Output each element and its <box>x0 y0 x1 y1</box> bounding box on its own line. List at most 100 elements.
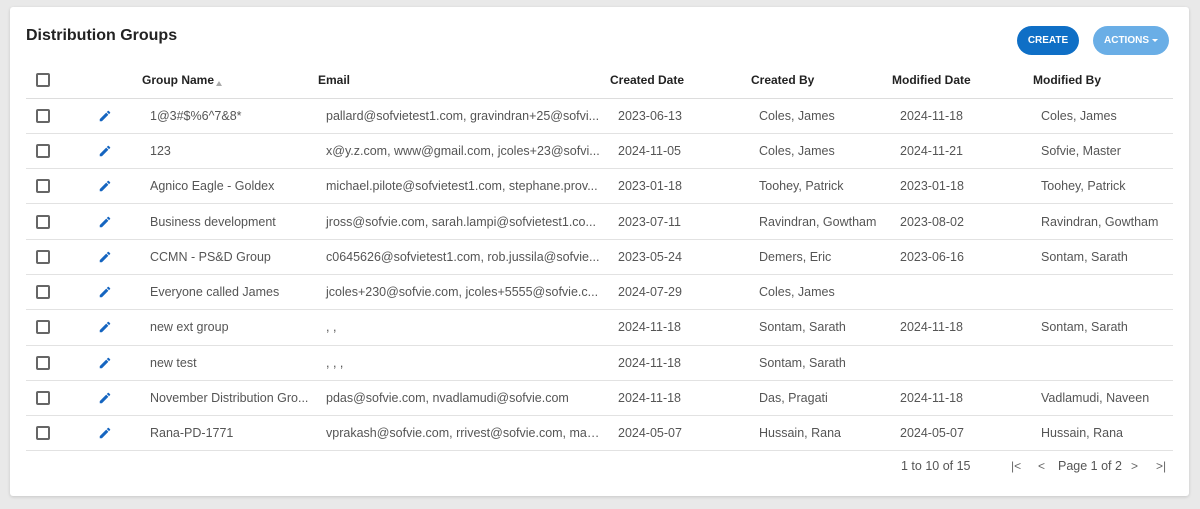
column-header-modified-by[interactable]: Modified By <box>1033 63 1173 99</box>
table-row[interactable]: 1@3#$%6^7&8* pallard@sofvietest1.com, gra… <box>26 98 1173 134</box>
create-button-label: CREATE <box>1027 35 1069 46</box>
row-select-cell <box>26 345 80 381</box>
modified-by-cell: Vadlamudi, Naveen <box>1033 380 1173 417</box>
modified-date-cell: 2024-05-07 <box>892 415 1033 452</box>
edit-cell <box>80 133 142 170</box>
table-row[interactable]: Rana-PD-1771 vprakash@sofvie.com, rrivest… <box>26 415 1173 452</box>
row-checkbox[interactable] <box>36 143 50 158</box>
edit-column-header <box>80 63 142 99</box>
modified-date-cell: 2024-11-21 <box>892 133 1033 170</box>
table-row[interactable]: Business development jross@sofvie.com, sa… <box>26 203 1173 240</box>
modified-by-cell <box>1033 345 1173 381</box>
table-row[interactable]: 123 x@y.z.com, www@gmail.com, jcoles+23@s… <box>26 133 1173 170</box>
edit-cell <box>80 345 142 381</box>
row-select-cell <box>26 380 80 417</box>
previous-page-icon[interactable]: < <box>1038 459 1045 473</box>
column-header-label: Email <box>318 73 351 88</box>
modified-date-cell <box>892 274 1033 311</box>
edit-pencil-icon[interactable] <box>98 285 142 299</box>
group-name-cell: new test <box>142 345 318 381</box>
table-row[interactable]: new test, , , 2024-11-18 Sontam, Sarath <box>26 345 1173 381</box>
table-row[interactable]: new ext group, , 2024-11-18 Sontam, Sarath… <box>26 309 1173 346</box>
row-checkbox[interactable] <box>36 320 50 335</box>
created-date-cell: 2023-01-18 <box>610 168 751 205</box>
edit-pencil-icon[interactable] <box>98 250 142 264</box>
row-checkbox[interactable] <box>36 108 50 123</box>
table-row[interactable]: Everyone called James jcoles+230@sofvie.c… <box>26 274 1173 311</box>
column-header-email[interactable]: Email <box>318 63 610 99</box>
row-checkbox[interactable] <box>36 214 50 229</box>
select-all-checkbox[interactable] <box>36 73 50 88</box>
edit-pencil-icon[interactable] <box>98 179 142 193</box>
column-header-label: Created By <box>751 73 815 88</box>
group-name-cell: CCMN - PS&D Group <box>142 239 318 275</box>
edit-pencil-icon[interactable] <box>98 356 142 370</box>
modified-date-cell: 2023-01-18 <box>892 168 1033 205</box>
email-cell: vprakash@sofvie.com, rrivest@sofvie.com,… <box>318 415 610 452</box>
group-name-cell: new ext group <box>142 309 318 346</box>
modified-by-cell: Sontam, Sarath <box>1033 239 1173 275</box>
email-cell: x@y.z.com, www@gmail.com, jcoles+23@sofv… <box>318 133 610 170</box>
edit-cell <box>80 98 142 134</box>
created-date-cell: 2024-11-05 <box>610 133 751 170</box>
row-checkbox[interactable] <box>36 426 50 441</box>
edit-cell <box>80 415 142 452</box>
modified-date-cell: 2023-06-16 <box>892 239 1033 275</box>
email-cell: , , <box>318 309 610 346</box>
column-header-label: Modified Date <box>892 73 971 88</box>
edit-cell <box>80 380 142 417</box>
column-header-created-by[interactable]: Created By <box>751 63 892 99</box>
edit-pencil-icon[interactable] <box>98 391 142 405</box>
email-cell: pallard@sofvietest1.com, gravindran+25@s… <box>318 98 610 134</box>
distribution-groups-card: Distribution Groups CREATE ACTIONS Group… <box>10 7 1189 496</box>
column-header-modified-date[interactable]: Modified Date <box>892 63 1033 99</box>
edit-cell <box>80 239 142 275</box>
edit-cell <box>80 203 142 240</box>
row-checkbox[interactable] <box>36 179 50 194</box>
create-button[interactable]: CREATE <box>1017 26 1079 55</box>
column-header-label: Group Name <box>142 73 215 88</box>
edit-cell <box>80 309 142 346</box>
modified-by-cell: Ravindran, Gowtham <box>1033 203 1173 240</box>
created-date-cell: 2024-11-18 <box>610 309 751 346</box>
modified-date-cell: 2024-11-18 <box>892 309 1033 346</box>
created-date-cell: 2024-11-18 <box>610 345 751 381</box>
last-page-icon[interactable]: >| <box>1156 459 1166 473</box>
created-by-cell: Sontam, Sarath <box>751 345 892 381</box>
created-date-cell: 2023-07-11 <box>610 203 751 240</box>
edit-pencil-icon[interactable] <box>98 109 142 123</box>
modified-date-cell: 2023-08-02 <box>892 203 1033 240</box>
row-select-cell <box>26 98 80 134</box>
row-checkbox[interactable] <box>36 391 50 406</box>
created-by-cell: Coles, James <box>751 133 892 170</box>
row-select-cell <box>26 415 80 452</box>
table-row[interactable]: November Distribution Gro... pdas@sofvie.… <box>26 380 1173 417</box>
group-name-cell: Business development <box>142 203 318 240</box>
created-by-cell: Sontam, Sarath <box>751 309 892 346</box>
row-select-cell <box>26 203 80 240</box>
modified-date-cell: 2024-11-18 <box>892 380 1033 417</box>
column-header-group-name[interactable]: Group Name <box>142 63 318 99</box>
email-cell: c0645626@sofvietest1.com, rob.jussila@so… <box>318 239 610 275</box>
row-checkbox[interactable] <box>36 355 50 370</box>
edit-pencil-icon[interactable] <box>98 215 142 229</box>
modified-by-cell: Hussain, Rana <box>1033 415 1173 452</box>
edit-pencil-icon[interactable] <box>98 320 142 334</box>
edit-pencil-icon[interactable] <box>98 426 142 440</box>
actions-button[interactable]: ACTIONS <box>1093 26 1169 55</box>
row-checkbox[interactable] <box>36 285 50 300</box>
modified-by-cell: Toohey, Patrick <box>1033 168 1173 205</box>
next-page-icon[interactable]: > <box>1131 459 1138 473</box>
group-name-cell: 1@3#$%6^7&8* <box>142 98 318 134</box>
group-name-cell: November Distribution Gro... <box>142 380 318 417</box>
table-row[interactable]: Agnico Eagle - Goldex michael.pilote@sofv… <box>26 168 1173 205</box>
table-row[interactable]: CCMN - PS&D Group c0645626@sofvietest1.co… <box>26 239 1173 275</box>
column-header-label: Modified By <box>1033 73 1101 88</box>
edit-pencil-icon[interactable] <box>98 144 142 158</box>
pagination-range: 1 to 10 of 15 <box>901 459 971 473</box>
column-header-created-date[interactable]: Created Date <box>610 63 751 99</box>
created-date-cell: 2023-06-13 <box>610 98 751 134</box>
first-page-icon[interactable]: |< <box>1011 459 1021 473</box>
created-date-cell: 2023-05-24 <box>610 239 751 275</box>
row-checkbox[interactable] <box>36 249 50 264</box>
